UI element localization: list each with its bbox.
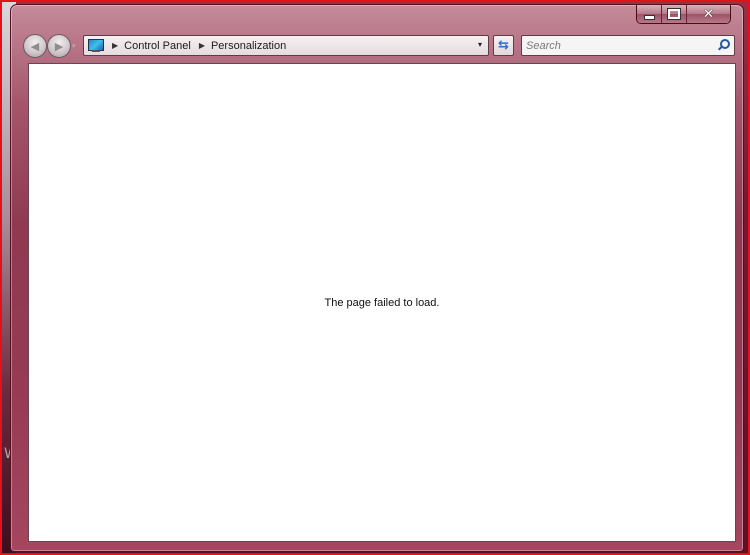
- forward-button[interactable]: ▶: [47, 34, 71, 58]
- back-arrow-icon: ◀: [30, 39, 40, 53]
- close-icon: ✕: [703, 6, 714, 22]
- address-dropdown-icon[interactable]: ▾: [478, 40, 482, 49]
- refresh-button[interactable]: ⇆: [493, 35, 514, 56]
- forward-arrow-icon: ▶: [54, 39, 64, 53]
- maximize-button[interactable]: [662, 5, 687, 23]
- search-box[interactable]: [521, 35, 735, 56]
- minimize-icon: [643, 14, 655, 20]
- caption-buttons: ✕: [636, 5, 731, 24]
- explorer-window: ✕ ◀ ▶ ▾ ▶ Control Panel ▶ Personalizatio…: [10, 4, 744, 552]
- close-button[interactable]: ✕: [687, 5, 730, 23]
- control-panel-icon: [88, 38, 104, 53]
- content-pane: The page failed to load.: [28, 63, 736, 542]
- refresh-icon: ⇆: [498, 38, 509, 53]
- search-icon[interactable]: [718, 39, 730, 51]
- breadcrumb-control-panel[interactable]: Control Panel: [124, 40, 191, 52]
- maximize-icon: [667, 8, 681, 20]
- address-bar[interactable]: ▶ Control Panel ▶ Personalization ▾: [83, 35, 489, 56]
- screenshot-frame: W ✕ ◀ ▶ ▾: [0, 0, 750, 555]
- recent-pages-dropdown[interactable]: ▾: [72, 42, 76, 50]
- navigation-bar: ◀ ▶ ▾ ▶ Control Panel ▶ Personalization …: [21, 34, 737, 60]
- breadcrumb-personalization[interactable]: Personalization: [211, 40, 286, 52]
- search-input[interactable]: [522, 36, 710, 55]
- back-button[interactable]: ◀: [23, 34, 47, 58]
- breadcrumb-separator-icon[interactable]: ▶: [199, 41, 205, 50]
- minimize-button[interactable]: [637, 5, 662, 23]
- breadcrumb-separator-icon[interactable]: ▶: [112, 41, 118, 50]
- page-load-error-message: The page failed to load.: [324, 297, 440, 309]
